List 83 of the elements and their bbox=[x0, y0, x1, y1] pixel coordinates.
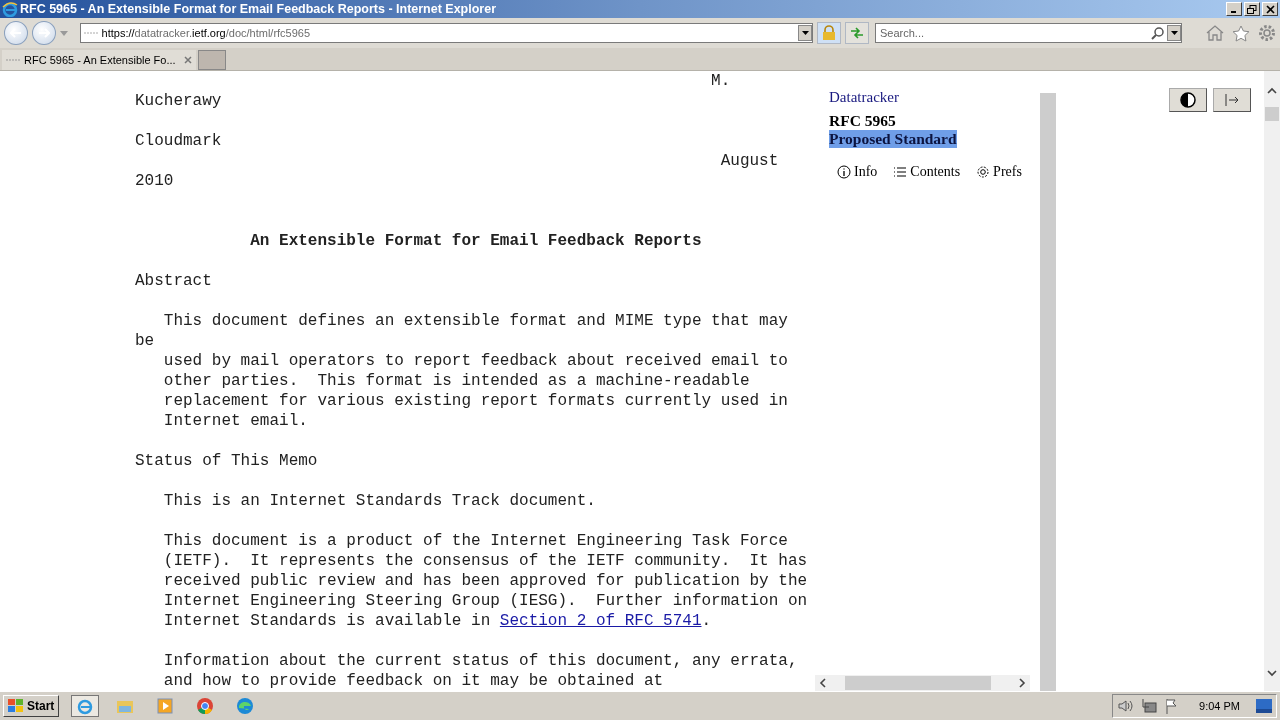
contrast-button[interactable] bbox=[1169, 88, 1207, 112]
browser-logo-icon bbox=[76, 697, 95, 715]
sidebar-link[interactable]: Prefs bbox=[976, 164, 1022, 180]
refresh-button[interactable] bbox=[845, 22, 869, 44]
scroll-up-icon[interactable] bbox=[1267, 87, 1277, 95]
document-line: Information about the current status of this document, any errata, bbox=[162, 651, 799, 671]
status-label: Proposed Standard bbox=[829, 130, 957, 148]
caret-icon[interactable] bbox=[59, 30, 68, 36]
document-line: Internet Standards is available in Section 2 of RFC 5741. bbox=[162, 611, 713, 631]
document-line: This document is a product of the Internet Engineering Task Force bbox=[162, 531, 789, 551]
document-line: M. bbox=[710, 71, 732, 91]
star-icon[interactable] bbox=[1232, 24, 1251, 42]
sidebar-link[interactable]: Contents bbox=[893, 164, 961, 180]
forward-arrow-icon bbox=[37, 28, 50, 38]
document-line: other parties. This format is intended as a machine-readable bbox=[162, 371, 751, 391]
address-field[interactable]: https://datatracker.ietf.org/doc/html/rfc5965 bbox=[79, 23, 814, 43]
restore-button[interactable] bbox=[1244, 2, 1260, 16]
collapse-button[interactable] bbox=[1213, 88, 1251, 112]
show-desktop-icon[interactable] bbox=[1256, 699, 1272, 713]
document-line: (IETF). It represents the consensus of the IETF community. It has bbox=[162, 551, 809, 571]
document-line: Cloudmark bbox=[135, 131, 223, 151]
arrow-to-bar-icon bbox=[1225, 94, 1239, 106]
search-bar[interactable]: Search... bbox=[875, 23, 1183, 43]
forward-button[interactable] bbox=[31, 21, 56, 45]
document-line: used by mail operators to report feedback about received email to bbox=[162, 351, 789, 371]
gear-icon bbox=[976, 165, 991, 179]
volume-icon[interactable] bbox=[1117, 699, 1134, 713]
scroll-thumb[interactable] bbox=[1265, 107, 1279, 121]
scroll-left-icon[interactable] bbox=[819, 678, 827, 688]
browser-logo-icon bbox=[2, 1, 18, 17]
scroll-down-icon[interactable] bbox=[1267, 669, 1277, 677]
lock-icon bbox=[822, 25, 837, 41]
restore-icon bbox=[1247, 4, 1257, 14]
info-icon bbox=[837, 165, 851, 179]
caret-icon bbox=[801, 31, 809, 35]
caret-icon bbox=[1170, 31, 1178, 35]
section-link[interactable]: Section 2 of RFC 5741 bbox=[499, 612, 702, 630]
scroll-right-icon[interactable] bbox=[1018, 678, 1026, 688]
windows-logo-icon bbox=[8, 699, 24, 713]
new-tab-button[interactable] bbox=[198, 50, 226, 70]
document-line: This is an Internet Standards Track document. bbox=[162, 491, 597, 511]
network-icon[interactable] bbox=[1141, 698, 1158, 714]
sidebar-link[interactable]: Info bbox=[837, 164, 878, 180]
back-arrow-icon bbox=[9, 28, 22, 38]
vertical-scrollbar[interactable] bbox=[1264, 71, 1280, 691]
horizontal-scrollbar[interactable] bbox=[815, 675, 1030, 691]
contrast-icon bbox=[1180, 92, 1196, 108]
list-icon bbox=[893, 166, 908, 178]
back-button[interactable] bbox=[4, 21, 28, 45]
home-icon[interactable] bbox=[1206, 25, 1225, 41]
document-line: received public review and has been approved for publication by the bbox=[162, 571, 809, 591]
datatracker-link[interactable]: Datatracker bbox=[829, 89, 1040, 106]
close-icon[interactable] bbox=[184, 56, 192, 64]
dropdown-button[interactable] bbox=[798, 25, 813, 41]
document-line: August bbox=[719, 151, 780, 171]
document-line: be bbox=[135, 331, 156, 351]
document-line: Kucherawy bbox=[135, 91, 223, 111]
search-icon[interactable] bbox=[1151, 26, 1166, 40]
refresh-icon bbox=[850, 26, 865, 40]
document-line: and how to provide feedback on it may be obtained at bbox=[162, 671, 665, 691]
close-button[interactable] bbox=[1262, 2, 1278, 16]
rfc-number: RFC 5965 bbox=[829, 112, 897, 130]
dropdown-button[interactable] bbox=[1167, 25, 1182, 41]
minimize-button[interactable] bbox=[1226, 2, 1242, 16]
clock: 9:04 PM bbox=[1199, 700, 1240, 712]
document-line: Internet Engineering Steering Group (IESG). Further information on bbox=[162, 591, 809, 611]
folder-icon bbox=[116, 698, 135, 714]
document-line: Internet email. bbox=[162, 411, 309, 431]
document-title: An Extensible Format for Email Feedback Reports bbox=[249, 231, 703, 251]
window-title: RFC 5965 - An Extensible Format for Email Feedback Reports - Internet Explorer bbox=[20, 2, 498, 16]
play-icon bbox=[157, 698, 174, 714]
chrome-icon bbox=[196, 697, 215, 715]
close-icon bbox=[1265, 4, 1275, 14]
document-line: replacement for various existing report formats currently used in bbox=[162, 391, 789, 411]
document-line: This document defines an extensible format and MIME type that may bbox=[162, 311, 789, 331]
start-button[interactable]: Start bbox=[3, 695, 60, 717]
scroll-thumb[interactable] bbox=[845, 676, 991, 690]
settings-icon[interactable] bbox=[1258, 24, 1276, 42]
document-line: 2010 bbox=[135, 171, 175, 191]
browser-tab[interactable]: RFC 5965 - An Extensible Fo... bbox=[2, 50, 196, 70]
taskbar-button[interactable] bbox=[71, 695, 100, 717]
document-line: Abstract bbox=[135, 271, 213, 291]
document-line: Status of This Memo bbox=[135, 451, 319, 471]
